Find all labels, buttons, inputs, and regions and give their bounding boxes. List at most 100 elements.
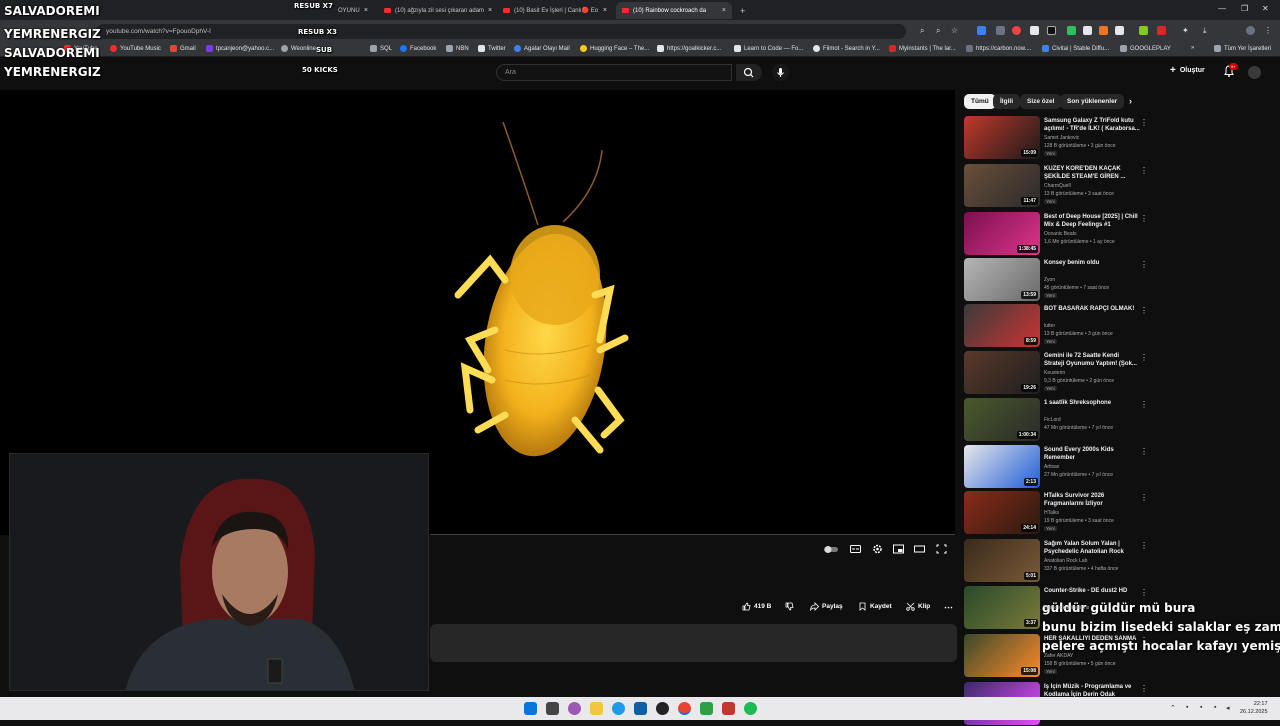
video-thumbnail[interactable]: 24:14 [964,491,1040,534]
bookmark-item[interactable]: Weonline [281,45,316,52]
channel-name[interactable]: Keusterin [1044,370,1065,376]
more-options-icon[interactable]: ⋮ [1140,541,1148,550]
extension-icon[interactable] [1067,26,1076,35]
bookmark-item[interactable]: tpcanjeon@yahoo.c... [206,45,274,52]
recommended-video[interactable]: 15:08 HER SAKALLIYI DEDEN SANMA Zafer AKDA… [964,634,1154,678]
more-actions-icon[interactable]: ⋯ [944,602,953,613]
file-explorer-icon[interactable] [590,702,603,715]
bookmark-item[interactable]: Twitter [478,45,506,52]
start-icon[interactable] [524,702,537,715]
chip-related[interactable]: İlgili [993,94,1020,109]
recommended-video[interactable]: 1:38:45 Best of Deep House [2025] | Chill… [964,212,1154,256]
spotify-icon[interactable] [744,702,757,715]
search-icon[interactable]: ⌕ [920,26,929,35]
more-options-icon[interactable]: ⋮ [1140,118,1148,127]
maximize-icon[interactable]: ❐ [1241,4,1248,13]
tab-active[interactable]: (10) Rainbow cockroach da × [616,2,732,19]
video-thumbnail[interactable]: 19:26 [964,351,1040,394]
more-options-icon[interactable]: ⋮ [1140,493,1148,502]
recommended-video[interactable]: 8:59 BOT BASARAK RAPÇİ OLMAK! lutter 13 B g… [964,304,1154,348]
video-thumbnail[interactable]: 3:37 [964,586,1040,629]
subtitles-button[interactable] [850,541,861,553]
video-thumbnail[interactable]: 1:00:34 [964,398,1040,441]
bookmark-item[interactable]: Myinstants | The lar... [889,45,956,52]
video-title[interactable]: Sound Every 2000s Kids Remember [1044,446,1140,462]
zoom-icon[interactable]: ⌕ [936,26,945,35]
bookmark-item[interactable]: https://goalkicker.c... [657,45,721,52]
tray-app-icon[interactable]: ▪ [1200,704,1202,711]
more-options-icon[interactable]: ⋮ [1140,684,1148,693]
bookmark-item[interactable]: Gmail [170,45,196,52]
more-options-icon[interactable]: ⋮ [1140,588,1148,597]
close-window-icon[interactable]: ✕ [1262,4,1269,13]
video-title[interactable]: Samsung Galaxy Z TriFold kutu açılımı! -… [1044,117,1140,133]
tray-app-icon[interactable]: ▪ [1214,704,1216,711]
bookmark-item[interactable]: SQL [370,45,392,52]
system-clock[interactable]: 22:17 26.12.2025 [1240,700,1268,716]
download-icon[interactable]: ⤓ [1203,26,1212,35]
close-tab-icon[interactable]: × [722,7,726,14]
bookmark-item[interactable]: Learn to Code — Fo... [734,45,803,52]
tab[interactable]: (10) Basit Ev İşleri | Canlı🔴 Eo × [497,2,613,19]
bookmark-item[interactable]: NBN [446,45,469,52]
video-thumbnail[interactable]: 15:08 [964,634,1040,677]
extension-icon[interactable] [1157,26,1166,35]
recommended-video[interactable]: 19:26 Gemini ile 72 Saatte Kendi Strateji… [964,351,1154,395]
video-title[interactable]: 1 saatlik Shreksophone [1044,399,1140,407]
volume-icon[interactable]: ◂ [1226,704,1230,712]
channel-name[interactable]: Oceanic Beats [1044,231,1077,237]
bookmark-item[interactable]: Facebook [400,45,436,52]
tab[interactable]: OYUNU × [332,2,374,19]
theater-mode-button[interactable] [914,541,925,553]
extension-icon[interactable] [1099,26,1108,35]
channel-name[interactable]: Zyon [1044,277,1055,283]
close-tab-icon[interactable]: × [603,7,607,14]
more-options-icon[interactable]: ⋮ [1140,447,1148,456]
close-tab-icon[interactable]: × [364,7,368,14]
channel-name[interactable]: FicLord [1044,417,1061,423]
profile-avatar[interactable] [1246,26,1255,35]
video-thumbnail[interactable]: 13:59 [964,258,1040,301]
video-thumbnail[interactable]: 11:47 [964,164,1040,207]
miniplayer-button[interactable] [893,541,904,554]
video-thumbnail[interactable]: 8:59 [964,304,1040,347]
extension-icon[interactable] [1115,26,1124,35]
bookmark-item[interactable]: GOOGLEPLAY [1120,45,1171,52]
recommended-video[interactable]: 24:14 HTalks Survivor 2026 Fragmanlarını … [964,491,1154,535]
recommended-video[interactable]: 3:37 Counter-Strike - DE dust2 HD flashdec… [964,586,1154,630]
more-options-icon[interactable]: ⋮ [1140,400,1148,409]
edge-icon[interactable] [612,702,625,715]
obs-icon[interactable] [656,702,669,715]
account-avatar[interactable] [1248,66,1261,79]
extension-icon[interactable] [1030,26,1039,35]
video-title[interactable]: BOT BASARAK RAPÇİ OLMAK! [1044,305,1140,313]
video-thumbnail[interactable]: 2:13 [964,445,1040,488]
channel-name[interactable]: flashdeckanimations [1044,605,1089,611]
recommended-video[interactable]: 15:09 Samsung Galaxy Z TriFold kutu açılı… [964,116,1154,160]
task-view-icon[interactable] [546,702,559,715]
extension-icon[interactable] [996,26,1005,35]
extension-icon[interactable] [1012,26,1021,35]
channel-name[interactable]: Samet Jankovic [1044,135,1079,141]
clip-button[interactable]: Klip [906,602,930,611]
recommended-video[interactable]: 1:00:34 1 saatlik Shreksophone FicLord 47 M… [964,398,1154,442]
chip-for-you[interactable]: Size özel [1020,94,1062,109]
close-tab-icon[interactable]: × [488,7,492,14]
description-box[interactable] [430,624,957,662]
channel-name[interactable]: Artisax [1044,464,1059,470]
extension-icon[interactable] [1047,26,1056,35]
video-thumbnail[interactable]: 5:01 [964,539,1040,582]
extension-icon[interactable] [1083,26,1092,35]
chip-all[interactable]: Tümü [964,94,996,109]
copilot-icon[interactable] [568,702,581,715]
create-button[interactable]: + Oluştur [1170,65,1205,76]
search-button[interactable] [736,64,762,81]
channel-name[interactable]: CharmQuell [1044,183,1071,189]
new-tab-button[interactable]: + [734,2,748,19]
video-title[interactable]: Sağım Yalan Solum Yalan | Psychedelic An… [1044,540,1140,556]
share-button[interactable]: Paylaş [810,602,843,611]
bookmark-star-icon[interactable]: ☆ [951,26,960,35]
channel-name[interactable]: Zafer AKDAY [1044,653,1073,659]
bookmark-item[interactable]: YouTube Music [110,45,161,52]
all-bookmarks[interactable]: Tüm Yer İşaretleri [1214,45,1271,52]
